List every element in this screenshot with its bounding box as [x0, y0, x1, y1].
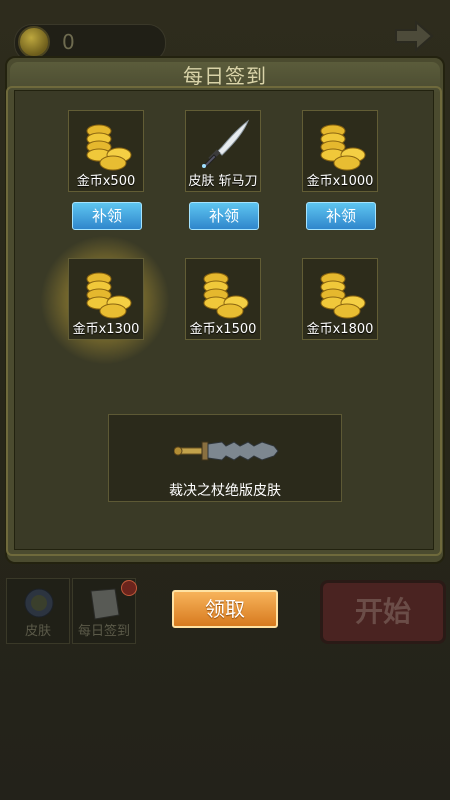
claim-button[interactable]: 领取 [172, 590, 278, 628]
reward-item-day6[interactable]: 金币x1800 [302, 258, 378, 340]
top-bar: 0 [0, 0, 450, 62]
makeup-claim-button[interactable]: 补领 [189, 202, 259, 230]
reward-item-day1[interactable]: 金币x500 [68, 110, 144, 192]
daily-checkin-label: 每日签到 [77, 624, 130, 639]
reward-item-day5[interactable]: 金币x1500 [185, 258, 261, 340]
reward-label: 金币x1500 [189, 322, 257, 337]
arrow-right-icon[interactable] [392, 18, 436, 54]
reward-label: 金币x1800 [306, 322, 374, 337]
reward-label: 金币x1000 [306, 174, 374, 189]
makeup-claim-button[interactable]: 补领 [306, 202, 376, 230]
coin-count: 0 [62, 30, 75, 54]
gold-coin-icon [18, 26, 50, 58]
reward-label: 金币x500 [76, 174, 136, 189]
reward-label: 金币x1300 [72, 322, 140, 337]
coins-icon [86, 272, 132, 319]
skin-icon [24, 588, 54, 618]
sword-icon [202, 119, 250, 168]
start-button[interactable]: 开始 [320, 580, 446, 644]
reward-item-day2[interactable]: 皮肤 斩马刀 [185, 110, 261, 192]
makeup-claim-button[interactable]: 补领 [72, 202, 142, 230]
checkin-scroll-icon [90, 588, 120, 620]
coins-icon [320, 272, 366, 319]
coins-icon [320, 124, 366, 171]
dagger-icon [174, 441, 279, 461]
coins-icon [203, 272, 249, 319]
panel-title: 每日签到 [183, 64, 267, 88]
reward-item-day3[interactable]: 金币x1000 [302, 110, 378, 192]
reward-item-day4[interactable]: 金币x1300 [68, 258, 144, 340]
coins-icon [86, 124, 132, 171]
skin-slot[interactable]: 皮肤 [6, 578, 70, 644]
grand-reward-label: 裁决之杖绝版皮肤 [169, 483, 281, 499]
notification-badge [121, 580, 137, 596]
reward-label: 皮肤 斩马刀 [188, 174, 258, 189]
skin-label: 皮肤 [24, 624, 51, 639]
